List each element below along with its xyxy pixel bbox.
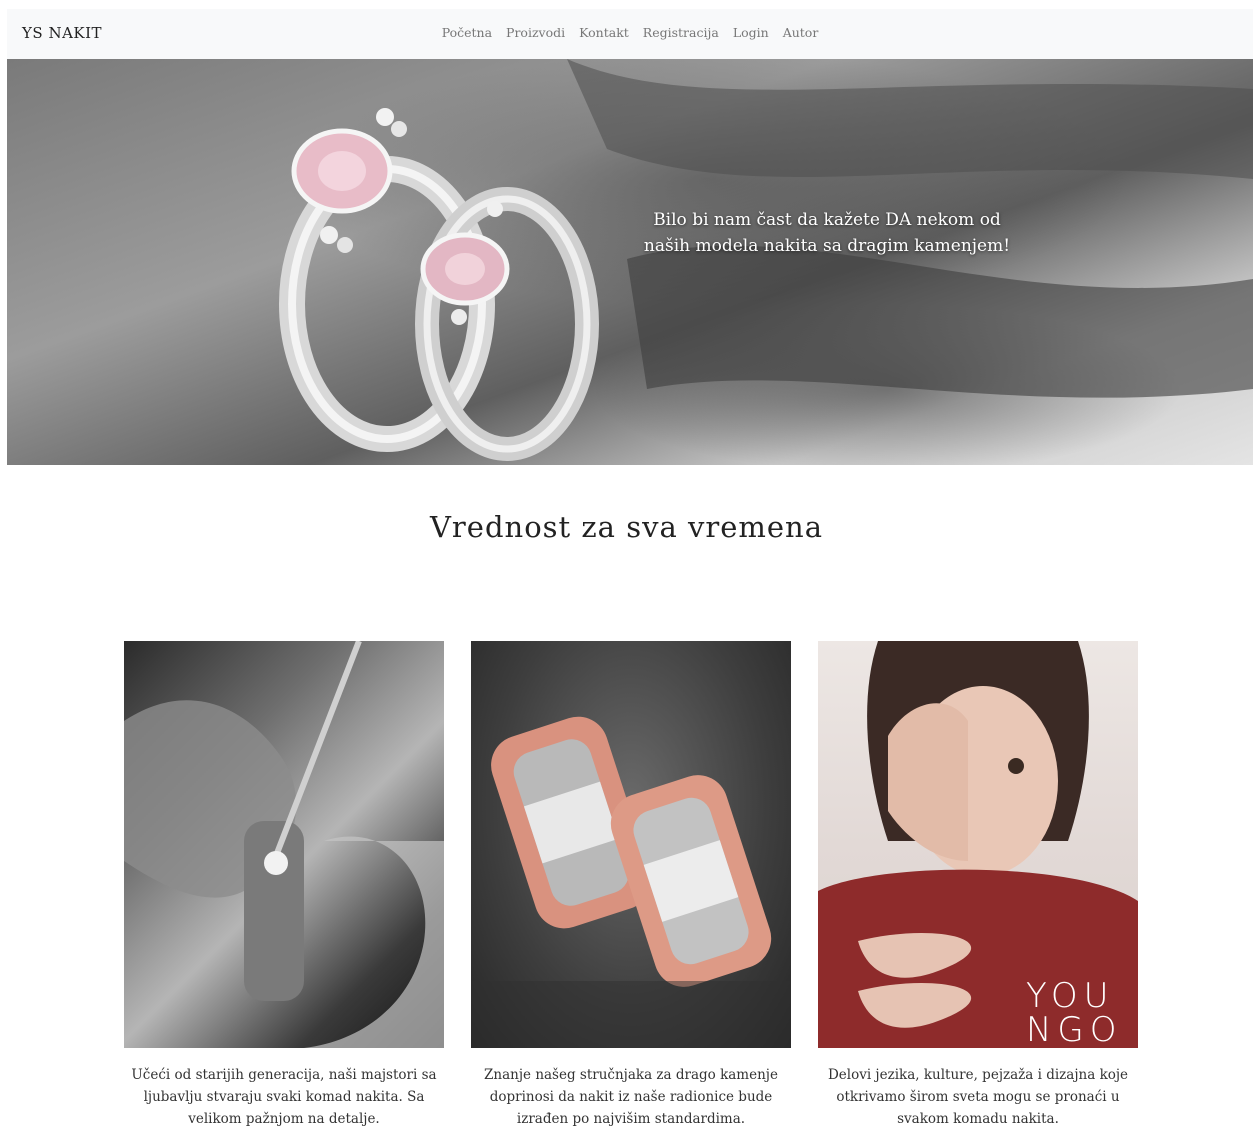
feature-card-culture: YOU NGO Delovi jezika, kulture, pejzaža i…: [818, 641, 1138, 1130]
navbar: YS NAKIT Početna Proizvodi Kontakt Regis…: [7, 9, 1253, 59]
hero-rings-image: [279, 59, 1253, 461]
feature-card-text: Učeći od starijih generacija, naši majst…: [131, 1067, 437, 1127]
feature-card-text: Delovi jezika, kulture, pejzaža i dizajn…: [827, 1067, 1129, 1127]
feature-card-text: Znanje našeg stručnjaka za drago kamenje…: [484, 1067, 778, 1127]
younggo-logo: YOU NGO: [1026, 976, 1123, 1048]
wedding-bands-photo: [471, 641, 791, 1048]
nav-link-kontakt[interactable]: Kontakt: [572, 25, 636, 40]
nav-link-pocetna[interactable]: Početna: [435, 25, 499, 40]
jeweler-photo: [124, 641, 444, 1048]
hero-caption: Bilo bi nam čast da kažete DA nekom od n…: [617, 207, 1037, 259]
feature-card-craftsmanship: Učeći od starijih generacija, naši majst…: [124, 641, 444, 1130]
nav-links: Početna Proizvodi Kontakt Registracija L…: [7, 25, 1253, 40]
hero-banner: Bilo bi nam čast da kažete DA nekom od n…: [7, 59, 1253, 465]
nav-link-registracija[interactable]: Registracija: [636, 25, 726, 40]
feature-card-expertise: Znanje našeg stručnjaka za drago kamenje…: [471, 641, 791, 1130]
nav-link-login[interactable]: Login: [726, 25, 776, 40]
hero-caption-line2: naših modela nakita sa dragim kamenjem!: [643, 236, 1011, 256]
model-photo: YOU NGO: [818, 641, 1138, 1048]
section-title: Vrednost za sva vremena: [429, 510, 824, 544]
nav-link-autor[interactable]: Autor: [776, 25, 826, 40]
hero-caption-line1: Bilo bi nam čast da kažete DA nekom od: [653, 210, 1001, 230]
nav-link-proizvodi[interactable]: Proizvodi: [499, 25, 572, 40]
